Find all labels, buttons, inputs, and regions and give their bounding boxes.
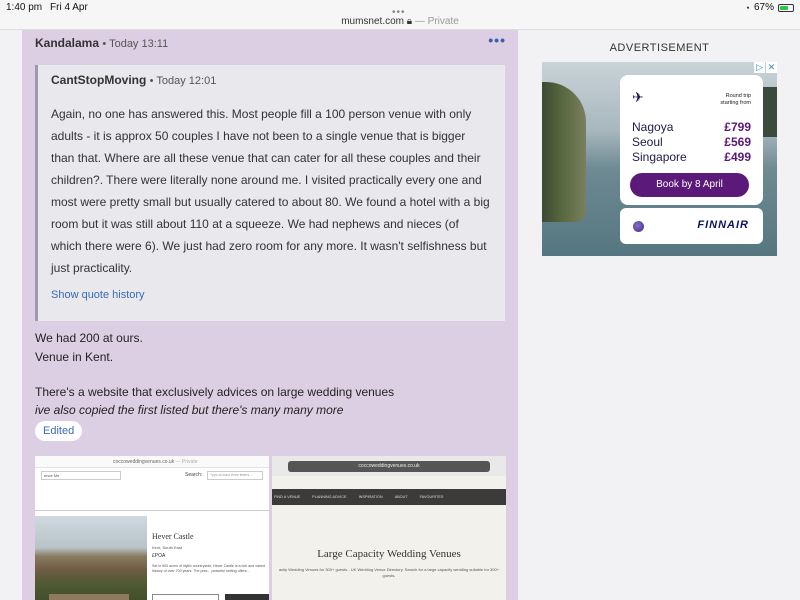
- hever-castle-photo: [35, 516, 147, 600]
- post-text-line: ive also copied the first listed but the…: [35, 403, 344, 417]
- embedded-nav-item: FIND A VENUE: [274, 495, 301, 499]
- embedded-url: coccoweddingvenues.co.uk: [113, 459, 175, 465]
- battery-percent: 67%: [753, 2, 774, 13]
- close-icon[interactable]: ✕: [766, 62, 777, 73]
- embedded-divider: [35, 510, 269, 511]
- embedded-nav-item: PLANNING ADVICE: [312, 495, 347, 499]
- quote-time: • Today 12:01: [149, 75, 217, 87]
- lock-icon: 🔒︎: [406, 16, 413, 27]
- status-date: Fri 4 Apr: [50, 2, 88, 13]
- book-button[interactable]: Book by 8 April: [630, 173, 749, 197]
- forum-post: Kandalama • Today 13:11 ••• CantStopMovi…: [22, 30, 518, 600]
- status-time: 1:40 pm: [6, 2, 43, 13]
- ad-route-price: £499: [724, 150, 751, 164]
- embedded-url-field: coccoweddingvenues.co.uk: [288, 461, 490, 472]
- url-domain: mumsnet.com: [341, 16, 404, 27]
- quote-body: Again, no one has answered this. Most pe…: [51, 107, 490, 275]
- embedded-venue-name: Hever Castle: [152, 532, 194, 541]
- attached-image-hever-castle[interactable]: coccoweddingvenues.co.uk — Private ence …: [35, 456, 269, 600]
- ad-route-city: Singapore: [632, 150, 687, 164]
- embedded-nav-item: FAVOURITES: [419, 495, 444, 499]
- ad-route-price: £799: [724, 120, 751, 134]
- show-quote-history-link[interactable]: Show quote history: [51, 289, 145, 301]
- battery-charging-icon: [778, 3, 794, 12]
- ad-controls: ▷ ✕: [753, 62, 777, 73]
- plane-takeoff-icon: ✈︎: [632, 89, 644, 105]
- post-time: • Today 13:11: [102, 38, 169, 50]
- embedded-button: [152, 594, 219, 600]
- wifi-icon: ◔: [744, 2, 750, 13]
- ad-brand-card[interactable]: FINNAIR: [620, 208, 763, 244]
- embedded-venue-description: Set in 600 acres of idyllic countryside,…: [152, 564, 266, 573]
- ad-starting-from-label: starting from: [720, 99, 751, 106]
- embedded-search-label: Search:: [185, 472, 203, 478]
- ad-route-city: Seoul: [632, 135, 663, 149]
- embedded-nav: FIND A VENUE PLANNING ADVICE INSPIRATION…: [272, 489, 506, 505]
- embedded-private-label: — Private: [175, 459, 198, 465]
- finnair-logo: FINNAIR: [697, 219, 749, 231]
- embedded-address-bar: coccoweddingvenues.co.uk — Private: [35, 456, 269, 468]
- status-indicators: ◔ 67%: [745, 2, 794, 13]
- ad-background-rock: [542, 82, 586, 222]
- ad-route-city: Nagoya: [632, 120, 674, 134]
- ad-route-price: £569: [724, 135, 751, 149]
- embedded-search-box: Type at least three letters...: [207, 471, 263, 480]
- advertisement-label: ADVERTISEMENT: [609, 42, 710, 54]
- post-text-line: There's a website that exclusively advic…: [35, 385, 395, 399]
- oneworld-logo-icon: [633, 221, 644, 232]
- more-horizontal-icon[interactable]: •••: [488, 32, 506, 48]
- embedded-button-dark: [225, 594, 269, 600]
- embedded-venue-location: Kent, South East: [152, 545, 183, 550]
- ad-roundtrip-text: Round trip starting from: [720, 93, 751, 106]
- post-text-line: We had 200 at ours.: [35, 331, 143, 345]
- private-label: — Private: [414, 16, 459, 27]
- post-text-line: Venue in Kent.: [35, 350, 114, 364]
- post-author[interactable]: Kandalama: [35, 36, 99, 50]
- embedded-page-subtitle: acity Wedding Venues for 300+ guests - U…: [278, 567, 500, 578]
- attached-image-large-capacity-venues[interactable]: coccoweddingvenues.co.uk FIND A VENUE PL…: [272, 456, 506, 600]
- embedded-venue-price: £POA: [152, 553, 166, 559]
- address-bar[interactable]: ••• mumsnet.com 🔒︎ — Private: [0, 7, 800, 30]
- ad-roundtrip-label: Round trip: [725, 93, 751, 99]
- quote-author: CantStopMoving: [51, 73, 147, 87]
- embedded-nav-item: INSPIRATION: [358, 495, 383, 499]
- quote-block: CantStopMoving • Today 12:01 Again, no o…: [35, 65, 505, 321]
- embedded-nav-item: ABOUT: [394, 495, 408, 499]
- embedded-filter-select: ence Me: [41, 471, 121, 480]
- post-header: Kandalama • Today 13:11: [35, 36, 168, 50]
- edited-badge[interactable]: Edited: [35, 421, 83, 441]
- embedded-browser-bar: coccoweddingvenues.co.uk: [272, 456, 506, 476]
- adchoices-icon[interactable]: ▷: [754, 62, 765, 73]
- finnair-advertisement[interactable]: ▷ ✕ ✈︎ Round trip starting from Nagoya £…: [542, 62, 777, 256]
- embedded-page-title: Large Capacity Wedding Venues: [317, 548, 461, 560]
- quote-header: CantStopMoving • Today 12:01: [51, 73, 216, 87]
- ad-offer-card[interactable]: ✈︎ Round trip starting from Nagoya £799 …: [620, 75, 763, 205]
